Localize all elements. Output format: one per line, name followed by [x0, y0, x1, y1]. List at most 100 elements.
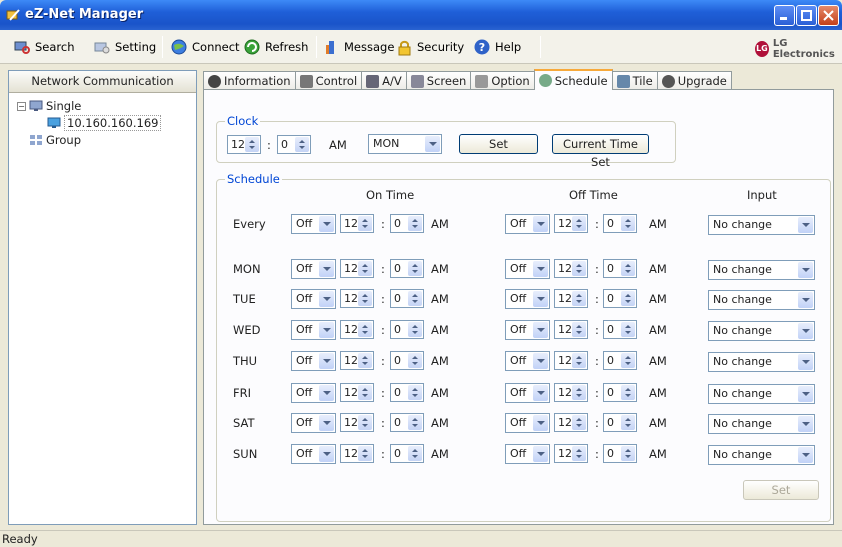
clock-hour-spinner[interactable]: 12 [227, 135, 261, 154]
spinner-arrows-icon[interactable] [408, 322, 422, 337]
spinner-arrows-icon[interactable] [621, 261, 635, 276]
dropdown-arrow-icon[interactable] [319, 216, 334, 232]
spinner-arrows-icon[interactable] [358, 415, 372, 430]
spinner-arrows-icon[interactable] [572, 261, 586, 276]
spinner-arrows-icon[interactable] [572, 216, 586, 231]
dropdown-arrow-icon[interactable] [798, 416, 813, 432]
dropdown-arrow-icon[interactable] [533, 415, 548, 431]
spinner-arrows-icon[interactable] [358, 216, 372, 231]
dropdown-arrow-icon[interactable] [425, 136, 440, 152]
on-state-select[interactable]: Off [291, 289, 336, 309]
on-state-select[interactable]: Off [291, 413, 336, 433]
off-hour-spinner[interactable]: 12 [554, 214, 588, 233]
off-state-select[interactable]: Off [505, 289, 550, 309]
off-minute-spinner[interactable]: 0 [603, 320, 637, 339]
dropdown-arrow-icon[interactable] [533, 385, 548, 401]
off-hour-spinner[interactable]: 12 [554, 413, 588, 432]
on-hour-spinner[interactable]: 12 [340, 444, 374, 463]
spinner-arrows-icon[interactable] [621, 385, 635, 400]
on-hour-spinner[interactable]: 12 [340, 383, 374, 402]
dropdown-arrow-icon[interactable] [798, 292, 813, 308]
dropdown-arrow-icon[interactable] [533, 261, 548, 277]
on-state-select[interactable]: Off [291, 351, 336, 371]
dropdown-arrow-icon[interactable] [798, 354, 813, 370]
dropdown-arrow-icon[interactable] [798, 447, 813, 463]
spinner-arrows-icon[interactable] [408, 353, 422, 368]
input-select[interactable]: No change [708, 352, 815, 372]
dropdown-arrow-icon[interactable] [533, 446, 548, 462]
off-minute-spinner[interactable]: 0 [603, 259, 637, 278]
tab-option[interactable]: Option [470, 71, 535, 90]
spinner-arrows-icon[interactable] [621, 322, 635, 337]
dropdown-arrow-icon[interactable] [798, 386, 813, 402]
tree-node-single[interactable]: − Single [17, 99, 81, 113]
spinner-arrows-icon[interactable] [358, 261, 372, 276]
on-hour-spinner[interactable]: 12 [340, 214, 374, 233]
off-state-select[interactable]: Off [505, 259, 550, 279]
current-time-set-button[interactable]: Current Time Set [552, 134, 649, 169]
clock-minute-spinner[interactable]: 0 [277, 135, 311, 154]
off-minute-spinner[interactable]: 0 [603, 289, 637, 308]
minimize-button[interactable] [774, 5, 795, 26]
spinner-arrows-icon[interactable] [408, 216, 422, 231]
off-hour-spinner[interactable]: 12 [554, 351, 588, 370]
spinner-arrows-icon[interactable] [358, 322, 372, 337]
spinner-arrows-icon[interactable] [358, 385, 372, 400]
tab-tile[interactable]: Tile [611, 71, 658, 90]
dropdown-arrow-icon[interactable] [798, 217, 813, 233]
on-minute-spinner[interactable]: 0 [390, 259, 424, 278]
on-minute-spinner[interactable]: 0 [390, 444, 424, 463]
spinner-arrows-icon[interactable] [408, 385, 422, 400]
spinner-arrows-icon[interactable] [621, 216, 635, 231]
dropdown-arrow-icon[interactable] [319, 291, 334, 307]
dropdown-arrow-icon[interactable] [319, 446, 334, 462]
clock-day-select[interactable]: MON [368, 134, 442, 154]
spinner-arrows-icon[interactable] [408, 446, 422, 461]
off-hour-spinner[interactable]: 12 [554, 383, 588, 402]
security-button[interactable]: Security [396, 38, 464, 56]
spinner-arrows-icon[interactable] [621, 415, 635, 430]
off-state-select[interactable]: Off [505, 383, 550, 403]
help-button[interactable]: ? Help [474, 38, 521, 56]
spinner-arrows-icon[interactable] [572, 415, 586, 430]
on-hour-spinner[interactable]: 12 [340, 351, 374, 370]
on-minute-spinner[interactable]: 0 [390, 320, 424, 339]
spinner-arrows-icon[interactable] [572, 385, 586, 400]
on-state-select[interactable]: Off [291, 320, 336, 340]
close-button[interactable] [818, 5, 839, 26]
input-select[interactable]: No change [708, 260, 815, 280]
on-minute-spinner[interactable]: 0 [390, 351, 424, 370]
spinner-arrows-icon[interactable] [245, 137, 259, 152]
off-hour-spinner[interactable]: 12 [554, 259, 588, 278]
tab-information[interactable]: Information [203, 71, 296, 90]
connect-button[interactable]: Connect [171, 38, 240, 56]
on-state-select[interactable]: Off [291, 214, 336, 234]
on-minute-spinner[interactable]: 0 [390, 413, 424, 432]
on-minute-spinner[interactable]: 0 [390, 214, 424, 233]
off-minute-spinner[interactable]: 0 [603, 383, 637, 402]
spinner-arrows-icon[interactable] [358, 291, 372, 306]
maximize-button[interactable] [796, 5, 817, 26]
dropdown-arrow-icon[interactable] [533, 216, 548, 232]
off-state-select[interactable]: Off [505, 214, 550, 234]
on-minute-spinner[interactable]: 0 [390, 289, 424, 308]
message-button[interactable]: Message [323, 38, 394, 56]
spinner-arrows-icon[interactable] [408, 415, 422, 430]
tab-schedule[interactable]: Schedule [533, 69, 613, 90]
off-hour-spinner[interactable]: 12 [554, 289, 588, 308]
on-state-select[interactable]: Off [291, 259, 336, 279]
dropdown-arrow-icon[interactable] [319, 322, 334, 338]
tab-control[interactable]: Control [294, 71, 363, 90]
input-select[interactable]: No change [708, 215, 815, 235]
title-bar[interactable]: eZ-Net Manager [0, 0, 842, 30]
dropdown-arrow-icon[interactable] [533, 322, 548, 338]
spinner-arrows-icon[interactable] [621, 353, 635, 368]
spinner-arrows-icon[interactable] [621, 291, 635, 306]
input-select[interactable]: No change [708, 414, 815, 434]
spinner-arrows-icon[interactable] [572, 322, 586, 337]
dropdown-arrow-icon[interactable] [319, 353, 334, 369]
off-state-select[interactable]: Off [505, 351, 550, 371]
on-hour-spinner[interactable]: 12 [340, 259, 374, 278]
spinner-arrows-icon[interactable] [572, 353, 586, 368]
input-select[interactable]: No change [708, 290, 815, 310]
